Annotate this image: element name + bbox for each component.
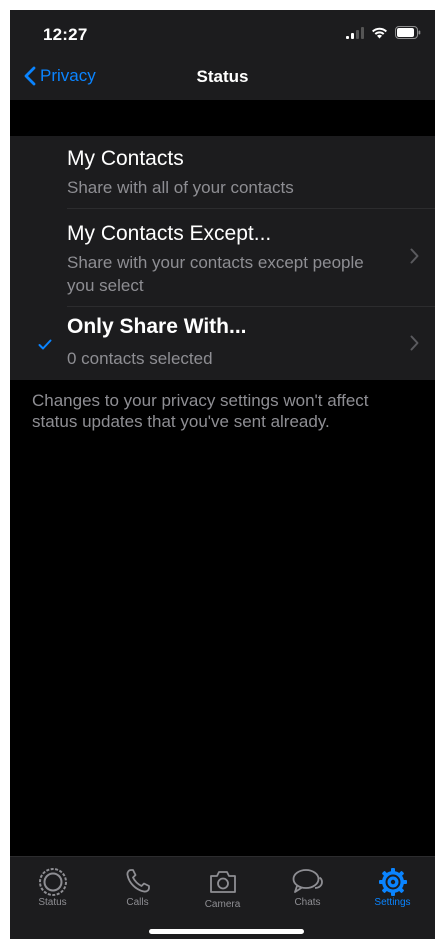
signal-icon	[346, 26, 364, 39]
phone-icon	[126, 869, 150, 893]
home-indicator[interactable]	[149, 929, 304, 934]
privacy-footer-note: Changes to your privacy settings won't a…	[32, 391, 369, 431]
chat-bubbles-icon	[292, 869, 323, 893]
option-title: Only Share With...	[67, 315, 247, 338]
tab-label: Status	[38, 897, 67, 908]
option-subtitle: Share with all of your contacts	[67, 178, 294, 197]
tab-calls[interactable]: Calls	[95, 857, 180, 917]
chevron-right-icon	[410, 248, 419, 264]
status-privacy-options: My Contacts Share with all of your conta…	[10, 136, 435, 380]
chevron-right-icon	[410, 335, 419, 351]
checkmark-icon	[38, 339, 52, 350]
option-title: My Contacts	[67, 147, 184, 170]
tab-camera[interactable]: Camera	[180, 857, 265, 917]
tab-label: Chats	[294, 897, 321, 908]
battery-icon	[395, 26, 421, 39]
navigation-bar: Privacy Status	[10, 56, 435, 100]
status-icons	[346, 26, 421, 39]
option-my-contacts[interactable]: My Contacts Share with all of your conta…	[10, 136, 435, 209]
option-my-contacts-except[interactable]: My Contacts Except... Share with your co…	[10, 209, 435, 307]
tab-label: Calls	[126, 897, 149, 908]
status-bar: 12:27	[10, 10, 435, 56]
tab-settings[interactable]: Settings	[350, 857, 435, 917]
tab-label: Camera	[204, 899, 241, 910]
camera-icon	[209, 871, 236, 893]
tab-label: Settings	[374, 897, 411, 908]
option-subtitle: Share with your contacts except people y…	[67, 253, 364, 295]
wifi-icon	[372, 27, 387, 38]
gear-icon	[378, 868, 407, 896]
option-title: My Contacts Except...	[67, 222, 272, 245]
option-subtitle: 0 contacts selected	[67, 349, 213, 368]
tab-status[interactable]: Status	[10, 857, 95, 917]
tab-bar: Status Calls Camera Chats Settings	[10, 856, 435, 939]
phone-screen: 12:27 Privacy Status My Contacts Share w…	[10, 10, 435, 939]
option-only-share-with[interactable]: Only Share With... 0 contacts selected	[10, 307, 435, 380]
status-time: 12:27	[43, 25, 88, 44]
tab-chats[interactable]: Chats	[265, 857, 350, 917]
page-title: Status	[196, 67, 249, 86]
status-icon	[38, 868, 67, 896]
